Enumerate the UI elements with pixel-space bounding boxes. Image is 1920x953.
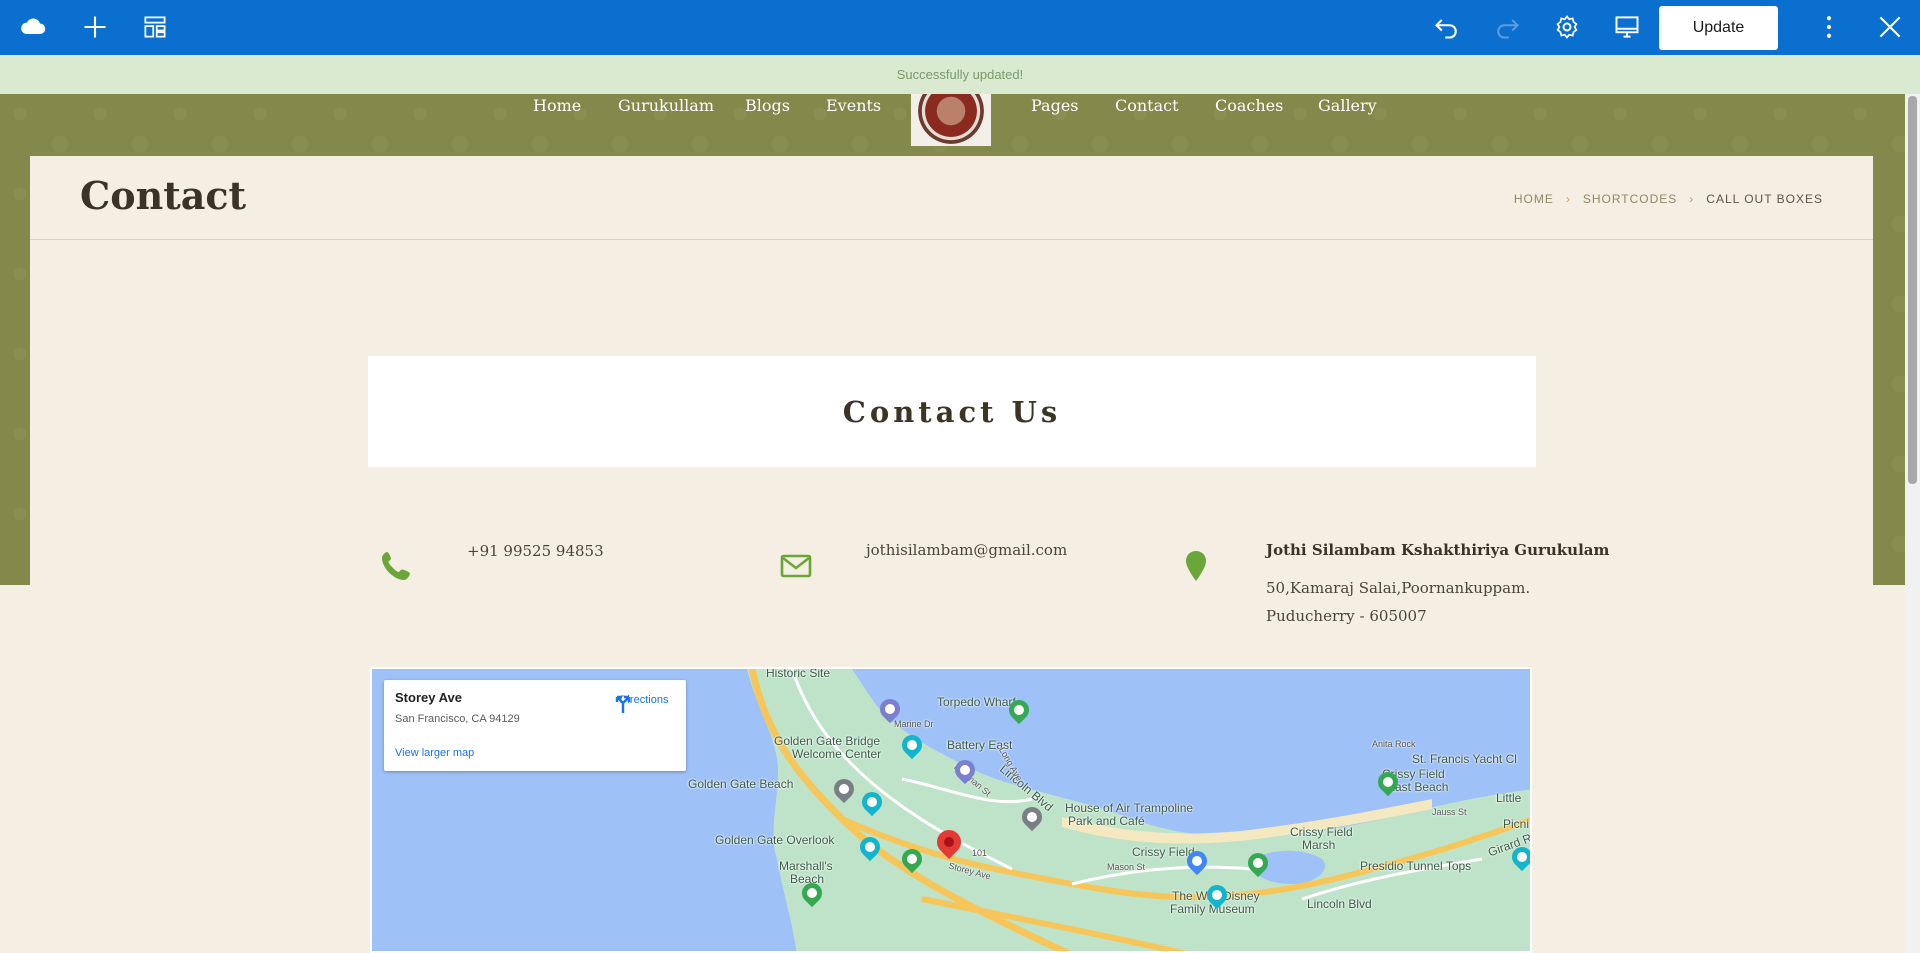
nav-events[interactable]: Events [826, 96, 881, 115]
update-button[interactable]: Update [1659, 6, 1778, 50]
address-line-1: 50,Kamaraj Salai,Poornankuppam. [1266, 579, 1531, 597]
org-name: Jothi Silambam Kshakthiriya Gurukulam [1266, 541, 1610, 559]
map-label-torpedo-wharf: Torpedo Wharf [937, 695, 1016, 709]
map-place-address: San Francisco, CA 94129 [395, 713, 520, 725]
redo-icon[interactable] [1490, 10, 1524, 44]
more-icon[interactable] [1812, 10, 1846, 44]
map-label-house-of-air-1: House of Air Trampoline [1065, 801, 1194, 815]
chevron-right-icon: › [1565, 192, 1571, 206]
phone-icon [382, 552, 410, 580]
location-pin-icon [1186, 551, 1206, 581]
map-label-jauss-st: Jauss St [1432, 807, 1467, 817]
page-scrollbar[interactable] [1905, 94, 1920, 953]
cloud-icon[interactable] [16, 10, 50, 44]
nav-blogs[interactable]: Blogs [745, 96, 790, 115]
page-title: Contact [80, 173, 247, 218]
map-label-anita-rock: Anita Rock [1372, 739, 1416, 749]
layout-icon[interactable] [138, 10, 172, 44]
map-label-hwy-101: 101 [972, 848, 988, 858]
view-larger-map-link[interactable]: View larger map [395, 747, 474, 759]
nav-pages[interactable]: Pages [1031, 96, 1079, 115]
map-label-crissy-field: Crissy Field [1132, 845, 1195, 859]
site-logo[interactable] [911, 94, 991, 146]
page-header: Contact HOME › SHORTCODES › CALL OUT BOX… [30, 156, 1873, 240]
map-place-title: Storey Ave [395, 690, 462, 705]
map-label-ggb-1: Golden Gate Bridge [774, 734, 881, 748]
close-icon[interactable] [1873, 10, 1907, 44]
contact-heading-box: Contact Us [368, 356, 1536, 467]
nav-gurukullam[interactable]: Gurukullam [618, 96, 714, 115]
nav-home[interactable]: Home [533, 96, 581, 115]
editor-toolbar: Update [0, 0, 1920, 55]
map-label-gg-overlook: Golden Gate Overlook [715, 833, 835, 847]
map-label-marshalls-1: Marshall's [779, 859, 833, 873]
undo-icon[interactable] [1430, 10, 1464, 44]
map-place-card: Storey Ave San Francisco, CA 94129 View … [384, 680, 686, 771]
map-label-picnic: Picni [1503, 817, 1530, 831]
nav-contact[interactable]: Contact [1115, 96, 1179, 115]
success-notice: Successfully updated! [0, 55, 1920, 94]
map-label-mason-st: Mason St [1107, 862, 1146, 872]
map-label-crissy-marsh-2: Marsh [1302, 838, 1336, 852]
breadcrumb-home[interactable]: HOME [1514, 192, 1554, 206]
directions-icon [615, 695, 631, 713]
envelope-icon [780, 554, 812, 578]
map-label-house-of-air-2: Park and Café [1068, 814, 1145, 828]
email-address[interactable]: jothisilambam@gmail.com [866, 541, 1067, 559]
breadcrumb: HOME › SHORTCODES › CALL OUT BOXES [1514, 192, 1823, 206]
nav-coaches[interactable]: Coaches [1215, 96, 1283, 115]
desktop-preview-icon[interactable] [1610, 10, 1644, 44]
map-label-little: Little [1496, 791, 1522, 805]
nav-gallery[interactable]: Gallery [1318, 96, 1377, 115]
contact-heading: Contact Us [842, 394, 1062, 429]
logo-seal-icon [918, 94, 984, 144]
map-label-golden-gate-beach: Golden Gate Beach [688, 777, 794, 791]
breadcrumb-current: CALL OUT BOXES [1706, 192, 1823, 206]
scrollbar-thumb[interactable] [1908, 96, 1917, 484]
google-map[interactable]: Historic Site Torpedo Wharf Marine Dr Go… [370, 667, 1532, 953]
breadcrumb-shortcodes[interactable]: SHORTCODES [1583, 192, 1677, 206]
settings-icon[interactable] [1550, 10, 1584, 44]
map-label-historic-site: Historic Site [766, 667, 831, 680]
map-label-crissy-marsh-1: Crissy Field [1290, 825, 1353, 839]
map-label-marine-dr: Marine Dr [894, 719, 934, 729]
add-icon[interactable] [78, 10, 112, 44]
directions-button[interactable]: Directions [612, 692, 676, 713]
map-label-lincoln-blvd-2: Lincoln Blvd [1307, 897, 1372, 911]
phone-number[interactable]: +91 99525 94853 [467, 542, 604, 560]
map-label-st-francis: St. Francis Yacht Cl [1412, 752, 1517, 766]
address-line-2: Puducherry - 605007 [1266, 607, 1427, 625]
map-label-presidio-tunnel-tops: Presidio Tunnel Tops [1360, 859, 1472, 873]
map-label-ggb-2: Welcome Center [792, 747, 882, 761]
chevron-right-icon: › [1689, 192, 1695, 206]
